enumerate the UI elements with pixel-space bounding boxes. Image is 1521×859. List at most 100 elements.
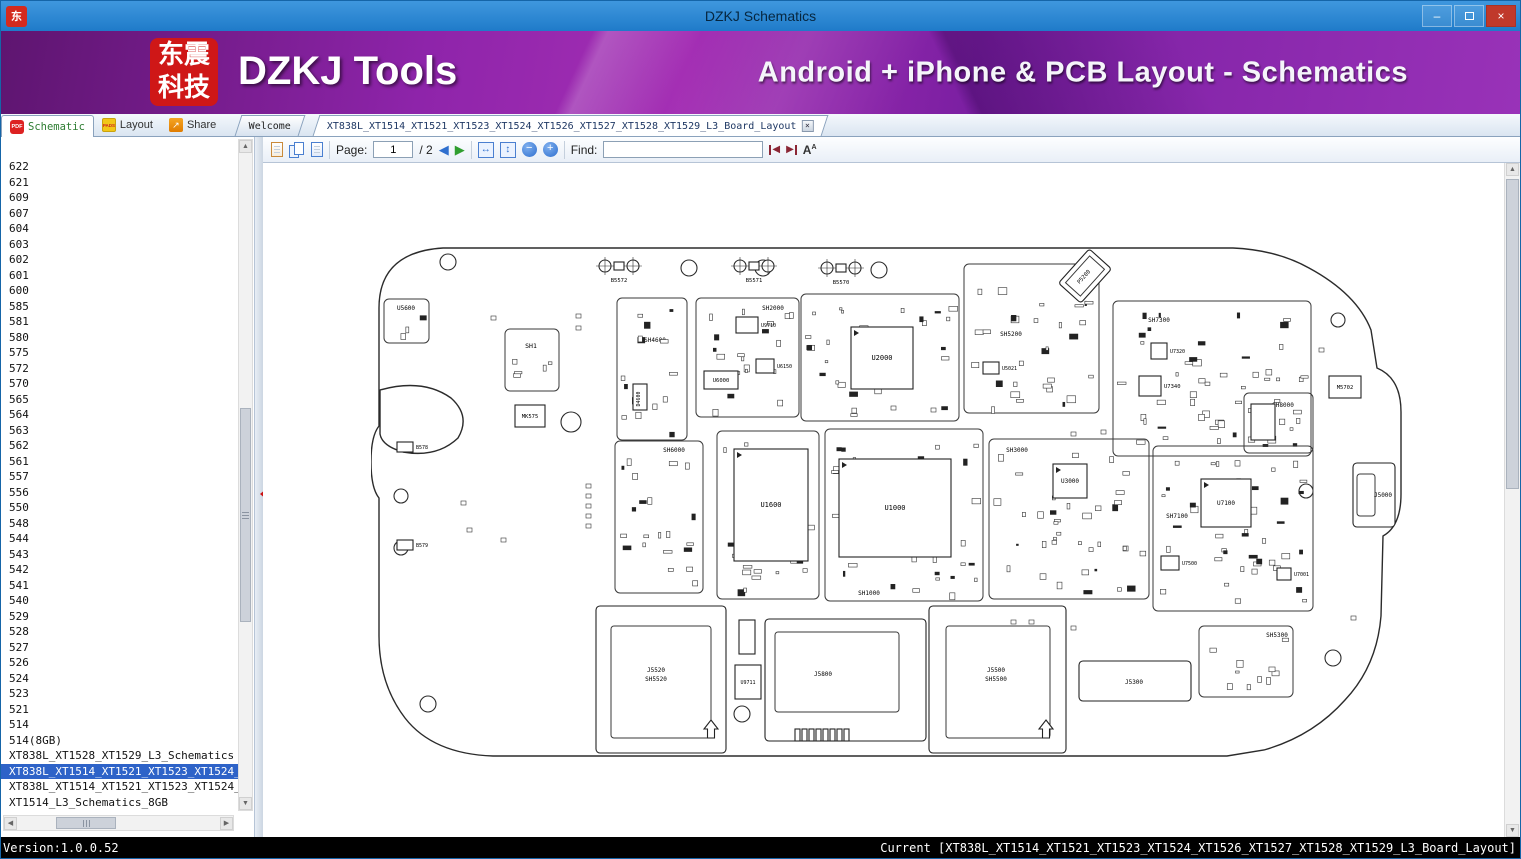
- list-item[interactable]: 514(8GB): [9, 733, 238, 749]
- sidebar-vscrollbar[interactable]: ▲ ▼: [238, 139, 253, 811]
- list-item[interactable]: 550: [9, 500, 238, 516]
- sidebar-vscroll-thumb[interactable]: [240, 408, 251, 623]
- list-item[interactable]: 565: [9, 392, 238, 408]
- list-item[interactable]: 548: [9, 516, 238, 532]
- scroll-down-icon[interactable]: ▼: [239, 797, 252, 810]
- page-total: / 2: [419, 142, 433, 157]
- list-item[interactable]: 563: [9, 423, 238, 439]
- svg-text:SH5520: SH5520: [645, 676, 667, 683]
- find-input[interactable]: [603, 141, 764, 158]
- svg-text:J5300: J5300: [1125, 679, 1143, 686]
- tab-welcome[interactable]: Welcome: [234, 115, 306, 136]
- list-item[interactable]: 544: [9, 531, 238, 547]
- list-item[interactable]: 604: [9, 221, 238, 237]
- banner-tagline: Android + iPhone & PCB Layout - Schemati…: [757, 56, 1408, 88]
- svg-text:SH7300: SH7300: [1148, 317, 1170, 324]
- svg-text:U9711: U9711: [740, 680, 755, 686]
- scroll-left-icon[interactable]: ◀: [4, 816, 17, 830]
- minimize-button[interactable]: –: [1422, 5, 1452, 27]
- list-item[interactable]: 561: [9, 454, 238, 470]
- list-item[interactable]: 543: [9, 547, 238, 563]
- list-item[interactable]: 580: [9, 330, 238, 346]
- next-page-button[interactable]: ▶: [455, 143, 465, 156]
- list-item[interactable]: XT838L_XT1514_XT1521_XT1523_XT1524_XT1: [1, 763, 238, 779]
- text-size-icon[interactable]: AA: [803, 143, 817, 157]
- scroll-down-icon[interactable]: ▼: [1506, 824, 1519, 837]
- svg-text:B5572: B5572: [611, 278, 628, 284]
- list-item[interactable]: 575: [9, 345, 238, 361]
- scroll-up-icon[interactable]: ▲: [1506, 163, 1519, 176]
- close-button[interactable]: ×: [1486, 5, 1516, 27]
- list-item[interactable]: 557: [9, 469, 238, 485]
- list-item[interactable]: 529: [9, 609, 238, 625]
- svg-text:SH5500: SH5500: [985, 676, 1007, 683]
- find-label: Find:: [570, 142, 598, 157]
- splitter[interactable]: [255, 137, 266, 837]
- list-item[interactable]: 526: [9, 655, 238, 671]
- tab-schematic[interactable]: PDF Schematic: [1, 115, 94, 137]
- sidebar-hscrollbar[interactable]: ◀ ▶: [3, 815, 234, 831]
- list-item[interactable]: XT838L_XT1528_XT1529_L3_Schematics: [9, 748, 238, 764]
- list-item[interactable]: 540: [9, 593, 238, 609]
- maximize-button[interactable]: [1454, 5, 1484, 27]
- list-item[interactable]: 601: [9, 268, 238, 284]
- list-item[interactable]: XT1514_L3_Schematics_8GB: [9, 795, 238, 811]
- list-item[interactable]: XT838L_XT1514_XT1521_XT1523_XT1524_XT1: [9, 779, 238, 795]
- svg-text:U5600: U5600: [397, 305, 415, 312]
- list-item[interactable]: 603: [9, 237, 238, 253]
- tab-share[interactable]: ↗ Share: [161, 114, 224, 136]
- prev-page-button[interactable]: ◀: [439, 143, 449, 156]
- window-controls: – ×: [1422, 1, 1520, 31]
- scroll-right-icon[interactable]: ▶: [220, 816, 233, 830]
- main-vscroll-thumb[interactable]: [1506, 179, 1519, 489]
- list-item[interactable]: 581: [9, 314, 238, 330]
- close-tab-icon[interactable]: ×: [801, 120, 814, 132]
- list-item[interactable]: 556: [9, 485, 238, 501]
- fit-page-icon[interactable]: ↕: [499, 141, 516, 158]
- svg-text:MK575: MK575: [522, 414, 539, 420]
- list-item[interactable]: 521: [9, 702, 238, 718]
- list-item[interactable]: 527: [9, 640, 238, 656]
- tab-layout[interactable]: PADS Layout: [94, 114, 161, 136]
- svg-text:J5800: J5800: [814, 671, 832, 678]
- list-item[interactable]: 524: [9, 671, 238, 687]
- svg-text:U7320: U7320: [1170, 349, 1185, 355]
- list-item[interactable]: 585: [9, 299, 238, 315]
- fit-width-icon[interactable]: ↔: [477, 141, 494, 158]
- page-input[interactable]: [373, 141, 414, 158]
- list-item[interactable]: 621: [9, 175, 238, 191]
- tab-board-layout[interactable]: XT838L_XT1514_XT1521_XT1523_XT1524_XT152…: [313, 115, 829, 136]
- list-item[interactable]: 542: [9, 562, 238, 578]
- pdf-viewport[interactable]: U5600 SH1 SH4600 SH2000 SH5200 SH7300 SH8000 SH…: [263, 163, 1520, 837]
- share-icon: ↗: [168, 118, 183, 132]
- list-item[interactable]: 622: [9, 159, 238, 175]
- svg-text:SH3000: SH3000: [1006, 447, 1028, 454]
- facing-pages-icon[interactable]: [311, 142, 323, 157]
- main-vscrollbar[interactable]: ▲ ▼: [1504, 163, 1520, 837]
- list-item[interactable]: 528: [9, 624, 238, 640]
- scroll-up-icon[interactable]: ▲: [239, 140, 252, 153]
- zoom-out-icon[interactable]: −: [521, 142, 537, 157]
- list-item[interactable]: 562: [9, 438, 238, 454]
- list-item[interactable]: 600: [9, 283, 238, 299]
- sidebar-list: 622 621 609 607 604 603 602 601 600 585 581 580 575 5…: [1, 137, 238, 811]
- zoom-in-icon[interactable]: +: [542, 142, 558, 157]
- list-item[interactable]: 572: [9, 361, 238, 377]
- find-next-button[interactable]: ▶: [786, 144, 797, 155]
- list-item[interactable]: 609: [9, 190, 238, 206]
- svg-text:U7001: U7001: [1294, 572, 1309, 578]
- svg-text:SH2000: SH2000: [762, 305, 784, 312]
- svg-text:J5000: J5000: [1374, 492, 1392, 499]
- sidebar-hscroll-thumb[interactable]: [56, 817, 116, 829]
- find-prev-button[interactable]: ◀: [769, 144, 780, 155]
- list-item[interactable]: 514: [9, 717, 238, 733]
- list-item[interactable]: 541: [9, 578, 238, 594]
- list-item[interactable]: 570: [9, 376, 238, 392]
- list-item[interactable]: 564: [9, 407, 238, 423]
- multi-page-icon[interactable]: [289, 141, 305, 158]
- single-page-icon[interactable]: [271, 142, 283, 157]
- list-item[interactable]: 602: [9, 252, 238, 268]
- list-item[interactable]: 607: [9, 206, 238, 222]
- logo-line2: 科技: [157, 72, 210, 102]
- list-item[interactable]: 523: [9, 686, 238, 702]
